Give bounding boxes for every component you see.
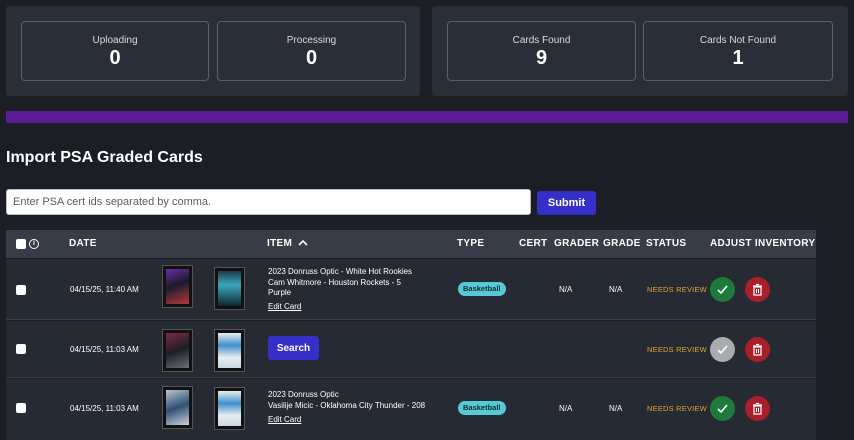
uploading-label: Uploading bbox=[92, 35, 138, 46]
column-type[interactable]: TYPE bbox=[457, 238, 484, 249]
type-badge: Basketball bbox=[458, 401, 506, 415]
table-row: 04/15/25, 11:03 AM Search NEEDS REVIEW bbox=[6, 321, 816, 378]
table-row: 04/15/25, 11:03 AM 2023 Donruss Optic Va… bbox=[6, 379, 816, 440]
column-grade[interactable]: GRADE bbox=[603, 238, 641, 249]
table-header: i DATE ITEM TYPE CERT GRADER GRADE STATU… bbox=[6, 230, 816, 258]
cert-ids-input[interactable] bbox=[6, 189, 531, 215]
column-date[interactable]: DATE bbox=[69, 238, 97, 249]
upload-stats-panel: Uploading 0 Processing 0 bbox=[6, 6, 420, 96]
info-icon[interactable]: i bbox=[29, 239, 39, 249]
table-row: 04/15/25, 11:40 AM 2023 Donruss Optic - … bbox=[6, 259, 816, 320]
row-checkbox[interactable] bbox=[16, 344, 26, 354]
progress-fill bbox=[6, 111, 848, 123]
trash-icon bbox=[753, 402, 762, 415]
approve-button[interactable] bbox=[710, 277, 735, 302]
column-adjust-inventory: ADJUST INVENTORY bbox=[710, 238, 816, 249]
processing-value: 0 bbox=[305, 47, 318, 69]
page-title: Import PSA Graded Cards bbox=[6, 149, 203, 166]
column-status[interactable]: STATUS bbox=[646, 238, 686, 249]
edit-card-link[interactable]: Edit Card bbox=[268, 302, 301, 311]
processing-stat: Processing 0 bbox=[217, 21, 406, 81]
row-checkbox[interactable] bbox=[16, 285, 26, 295]
column-item[interactable]: ITEM bbox=[267, 238, 292, 249]
grader-value: N/A bbox=[559, 404, 573, 413]
column-grader[interactable]: GRADER bbox=[554, 238, 599, 249]
processing-label: Processing bbox=[286, 35, 337, 46]
result-stats-panel: Cards Found 9 Cards Not Found 1 bbox=[432, 6, 848, 96]
chevron-up-icon[interactable] bbox=[297, 237, 309, 249]
trash-icon bbox=[753, 283, 762, 296]
approve-button[interactable] bbox=[710, 337, 735, 362]
cards-not-found-value: 1 bbox=[732, 47, 744, 69]
delete-button[interactable] bbox=[745, 396, 770, 421]
row-date: 04/15/25, 11:03 AM bbox=[70, 345, 139, 354]
check-icon bbox=[717, 285, 728, 295]
search-button[interactable]: Search bbox=[268, 336, 319, 360]
cards-not-found-label: Cards Not Found bbox=[699, 35, 777, 46]
item-title: 2023 Donruss Optic - White Hot Rookies C… bbox=[268, 267, 413, 297]
approve-button[interactable] bbox=[710, 396, 735, 421]
cards-found-value: 9 bbox=[535, 47, 548, 69]
card-back-image[interactable] bbox=[214, 329, 245, 372]
card-front-image[interactable] bbox=[162, 329, 193, 372]
card-front-image[interactable] bbox=[162, 386, 193, 429]
uploading-value: 0 bbox=[109, 47, 121, 69]
cards-found-stat: Cards Found 9 bbox=[447, 21, 636, 81]
select-all-checkbox[interactable] bbox=[16, 239, 26, 249]
card-back-image[interactable] bbox=[214, 267, 245, 310]
grade-value: N/A bbox=[609, 285, 623, 294]
cards-found-label: Cards Found bbox=[512, 35, 571, 46]
cards-not-found-stat: Cards Not Found 1 bbox=[643, 21, 833, 81]
grader-value: N/A bbox=[559, 285, 573, 294]
status-badge: NEEDS REVIEW bbox=[647, 285, 707, 294]
trash-icon bbox=[753, 343, 762, 356]
upload-progress-bar bbox=[6, 111, 848, 123]
row-date: 04/15/25, 11:03 AM bbox=[70, 404, 139, 413]
row-checkbox[interactable] bbox=[16, 403, 26, 413]
item-title: 2023 Donruss Optic Vasilije Micic - Okla… bbox=[268, 390, 426, 410]
row-date: 04/15/25, 11:40 AM bbox=[70, 285, 139, 294]
delete-button[interactable] bbox=[745, 337, 770, 362]
check-icon bbox=[717, 345, 728, 355]
card-back-image[interactable] bbox=[214, 387, 245, 430]
uploading-stat: Uploading 0 bbox=[21, 21, 209, 81]
status-badge: NEEDS REVIEW bbox=[647, 345, 707, 354]
check-icon bbox=[717, 404, 728, 414]
grade-value: N/A bbox=[609, 404, 623, 413]
submit-button[interactable]: Submit bbox=[537, 191, 596, 215]
column-cert[interactable]: CERT bbox=[519, 238, 547, 249]
status-badge: NEEDS REVIEW bbox=[647, 404, 707, 413]
type-badge: Basketball bbox=[458, 282, 506, 296]
card-front-image[interactable] bbox=[162, 265, 193, 308]
delete-button[interactable] bbox=[745, 277, 770, 302]
edit-card-link[interactable]: Edit Card bbox=[268, 415, 301, 424]
